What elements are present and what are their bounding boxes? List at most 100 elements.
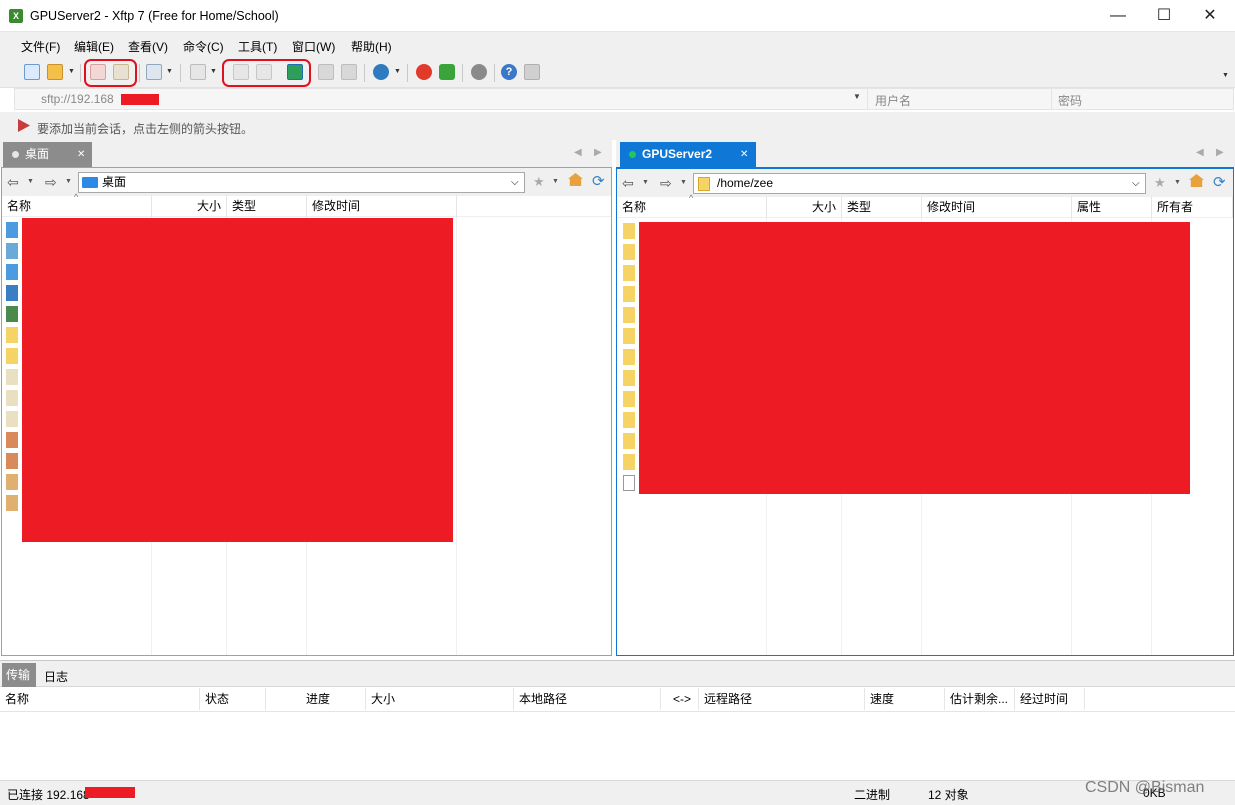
queue-copy-icon[interactable]: [341, 64, 357, 80]
shortcut-icon[interactable]: [6, 369, 18, 385]
folder-icon[interactable]: [623, 391, 635, 407]
folder-icon[interactable]: [6, 222, 18, 238]
tab-close-icon[interactable]: ✕: [77, 142, 85, 167]
tab-scroll-right-icon[interactable]: ▶: [594, 147, 602, 158]
minimize-button[interactable]: —: [1095, 0, 1141, 32]
menu-edit[interactable]: 编辑(E): [74, 38, 114, 55]
forward-dropdown-icon[interactable]: ▼: [680, 179, 687, 186]
tab-scroll-right-icon[interactable]: ▶: [1216, 147, 1224, 158]
path-dropdown-icon[interactable]: ⌵: [1132, 174, 1140, 193]
folder-icon[interactable]: [623, 223, 635, 239]
open-dropdown-icon[interactable]: ▼: [68, 68, 75, 75]
home-icon[interactable]: [1189, 174, 1204, 187]
password-input[interactable]: 密码: [1058, 92, 1082, 109]
host-dropdown-icon[interactable]: ▼: [853, 92, 861, 101]
col-transfer-local-path[interactable]: 本地路径: [514, 688, 661, 710]
menu-view[interactable]: 查看(V): [128, 38, 168, 55]
folder-icon[interactable]: [623, 286, 635, 302]
pdf-file-icon[interactable]: [6, 474, 18, 490]
host-input[interactable]: sftp://192.168: [41, 92, 114, 106]
chat-icon[interactable]: [524, 64, 540, 80]
tab-transfer[interactable]: 传输: [2, 663, 36, 687]
tab-gpuserver2[interactable]: GPUServer2 ✕: [620, 142, 756, 167]
menu-tools[interactable]: 工具(T): [238, 38, 277, 55]
home-icon[interactable]: [568, 173, 583, 186]
folder-icon[interactable]: [623, 328, 635, 344]
forward-dropdown-icon[interactable]: ▼: [65, 178, 72, 185]
monitor-icon[interactable]: [6, 264, 18, 280]
left-path-combo[interactable]: 桌面 ⌵: [78, 172, 525, 193]
folder-icon[interactable]: [623, 370, 635, 386]
add-session-arrow-icon[interactable]: [18, 119, 30, 132]
folder-icon[interactable]: [623, 454, 635, 470]
col-owner[interactable]: 所有者: [1152, 196, 1233, 218]
folder-icon[interactable]: [623, 307, 635, 323]
image-file-icon[interactable]: [6, 453, 18, 469]
globe-icon[interactable]: [373, 64, 389, 80]
menu-file[interactable]: 文件(F): [21, 38, 60, 55]
queue-icon[interactable]: [318, 64, 334, 80]
bookmark-dropdown-icon[interactable]: ▼: [552, 178, 559, 185]
col-transfer-name[interactable]: 名称: [0, 688, 200, 710]
refresh-icon[interactable]: ⟳: [1213, 173, 1226, 191]
shortcut-icon[interactable]: [6, 411, 18, 427]
col-size[interactable]: 大小: [767, 196, 842, 218]
terminal-icon[interactable]: [190, 64, 206, 80]
xshell-icon[interactable]: [416, 64, 432, 80]
col-transfer-speed[interactable]: 速度: [865, 688, 945, 710]
xftp-icon[interactable]: [439, 64, 455, 80]
new-session-icon[interactable]: [24, 64, 40, 80]
col-transfer-remote-path[interactable]: 远程路径: [699, 688, 865, 710]
col-size[interactable]: 大小: [152, 195, 227, 217]
folder-icon[interactable]: [623, 412, 635, 428]
forward-icon[interactable]: ⇨: [660, 175, 672, 192]
folder-icon[interactable]: [623, 433, 635, 449]
col-attributes[interactable]: 属性: [1072, 196, 1152, 218]
help-icon[interactable]: ?: [501, 64, 517, 80]
image-file-icon[interactable]: [6, 432, 18, 448]
menu-window[interactable]: 窗口(W): [292, 38, 335, 55]
shortcut-icon[interactable]: [6, 390, 18, 406]
forward-icon[interactable]: ⇨: [45, 174, 57, 191]
col-transfer-progress[interactable]: 进度: [266, 688, 366, 710]
gear-icon[interactable]: [471, 64, 487, 80]
right-path-combo[interactable]: /home/zee ⌵: [693, 173, 1146, 194]
menu-command[interactable]: 命令(C): [183, 38, 224, 55]
folder-icon[interactable]: [6, 327, 18, 343]
user-icon[interactable]: [6, 306, 18, 322]
bookmark-dropdown-icon[interactable]: ▼: [1174, 179, 1181, 186]
properties-icon[interactable]: [146, 64, 162, 80]
tab-close-icon[interactable]: ✕: [740, 142, 748, 167]
network-icon[interactable]: [6, 285, 18, 301]
folder-icon[interactable]: [623, 244, 635, 260]
col-transfer-direction[interactable]: <->: [661, 688, 699, 710]
bookmark-star-icon[interactable]: ★: [1154, 175, 1166, 191]
folder-icon[interactable]: [623, 349, 635, 365]
tab-desktop[interactable]: 桌面 ✕: [3, 142, 92, 167]
maximize-button[interactable]: ☐: [1141, 0, 1187, 32]
tab-log[interactable]: 日志: [44, 668, 68, 685]
close-button[interactable]: ✕: [1187, 0, 1233, 32]
col-transfer-eta[interactable]: 估计剩余...: [945, 688, 1015, 710]
col-type[interactable]: 类型: [842, 196, 922, 218]
back-icon[interactable]: ⇦: [7, 174, 19, 191]
toolbar-overflow-icon[interactable]: ▼: [1222, 72, 1229, 79]
col-transfer-size[interactable]: 大小: [366, 688, 514, 710]
bookmark-star-icon[interactable]: ★: [533, 174, 545, 190]
col-modified[interactable]: 修改时间: [922, 196, 1072, 218]
tab-scroll-left-icon[interactable]: ◀: [1196, 147, 1204, 158]
col-transfer-status[interactable]: 状态: [200, 688, 266, 710]
back-dropdown-icon[interactable]: ▼: [642, 179, 649, 186]
open-folder-icon[interactable]: [47, 64, 63, 80]
properties-dropdown-icon[interactable]: ▼: [166, 68, 173, 75]
username-input[interactable]: 用户名: [875, 92, 911, 109]
refresh-icon[interactable]: ⟳: [592, 172, 605, 190]
file-icon[interactable]: [623, 475, 635, 491]
globe-dropdown-icon[interactable]: ▼: [394, 68, 401, 75]
col-type[interactable]: 类型: [227, 195, 307, 217]
pdf-file-icon[interactable]: [6, 495, 18, 511]
back-dropdown-icon[interactable]: ▼: [27, 178, 34, 185]
folder-icon[interactable]: [6, 348, 18, 364]
folder-icon[interactable]: [623, 265, 635, 281]
tab-scroll-left-icon[interactable]: ◀: [574, 147, 582, 158]
